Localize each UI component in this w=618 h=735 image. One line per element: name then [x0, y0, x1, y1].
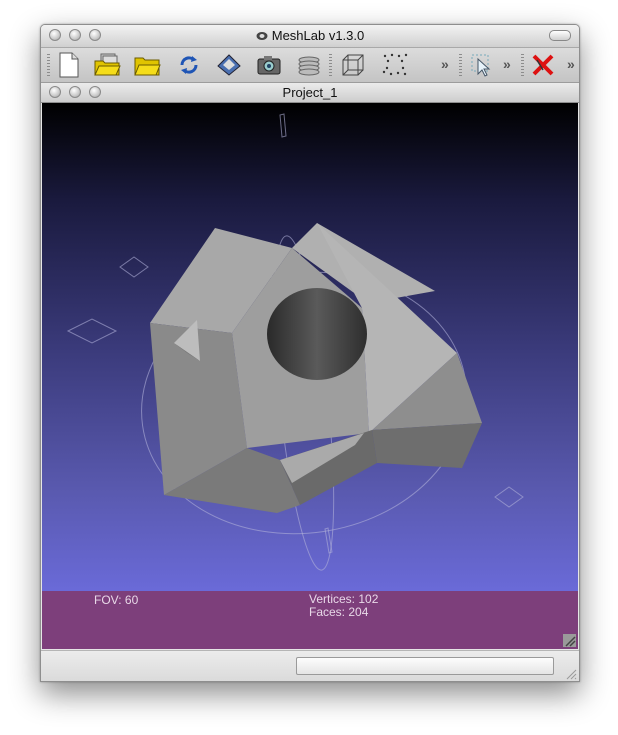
snapshot-button[interactable]	[255, 51, 283, 79]
window-title: MeshLab v1.3.0	[41, 28, 579, 43]
toolbar-grip[interactable]	[47, 54, 50, 76]
toolbar-toggle-button[interactable]	[549, 30, 571, 41]
toolbar-overflow-chevron[interactable]: »	[441, 56, 449, 72]
bounding-box-icon	[342, 54, 364, 76]
mesh-render	[66, 113, 524, 571]
faces-count: Faces: 204	[309, 605, 369, 619]
delete-x-icon	[532, 54, 554, 76]
new-document-button[interactable]	[55, 51, 83, 79]
camera-icon	[257, 56, 281, 75]
title-bar: MeshLab v1.3.0	[41, 25, 579, 48]
fov-readout: FOV: 60	[94, 593, 139, 607]
delete-button[interactable]	[529, 51, 557, 79]
main-toolbar: » » »	[41, 48, 579, 83]
window-resize-grip-icon[interactable]	[565, 668, 577, 680]
open-project-button[interactable]	[93, 51, 121, 79]
subwindow-title: Project_1	[282, 85, 338, 100]
toolbar-grip-3[interactable]	[521, 54, 524, 76]
save-button[interactable]	[215, 51, 243, 79]
toolbar-grip-2[interactable]	[459, 54, 462, 76]
open-folder-icon	[134, 57, 161, 76]
new-document-icon	[59, 52, 79, 78]
reload-arrows-icon	[180, 56, 198, 74]
status-bar	[41, 650, 579, 681]
layers-button[interactable]	[295, 51, 323, 79]
info-overlay: FOV: 60 Vertices: 102 Faces: 204	[42, 591, 578, 649]
progress-bar	[296, 657, 554, 675]
meshlab-logo-icon	[256, 32, 268, 40]
3d-viewport[interactable]	[42, 103, 578, 591]
layers-icon	[298, 56, 320, 76]
open-project-folder-icon	[94, 53, 121, 76]
import-mesh-button[interactable]	[133, 51, 161, 79]
meshlab-window: MeshLab v1.3.0 » » » Project_1 FOV: 60 V…	[40, 24, 580, 682]
toolbar-overflow-chevron-2[interactable]: »	[503, 56, 511, 72]
subwindow-title-bar: Project_1	[41, 83, 579, 103]
window-title-text: MeshLab v1.3.0	[271, 28, 365, 43]
bounding-box-button[interactable]	[339, 51, 367, 79]
toolbar-separator	[329, 54, 332, 76]
mesh-object	[150, 223, 482, 513]
select-button[interactable]	[467, 51, 495, 79]
point-cloud-icon	[382, 53, 408, 76]
mesh-stats: Vertices: 102 Faces: 204	[309, 593, 378, 619]
cursor-select-icon	[471, 54, 491, 77]
points-button[interactable]	[381, 51, 409, 79]
toolbar-overflow-chevron-3[interactable]: »	[567, 56, 575, 72]
save-disk-icon	[217, 54, 241, 76]
subwindow-resize-icon[interactable]	[563, 634, 576, 647]
reload-button[interactable]	[175, 51, 203, 79]
